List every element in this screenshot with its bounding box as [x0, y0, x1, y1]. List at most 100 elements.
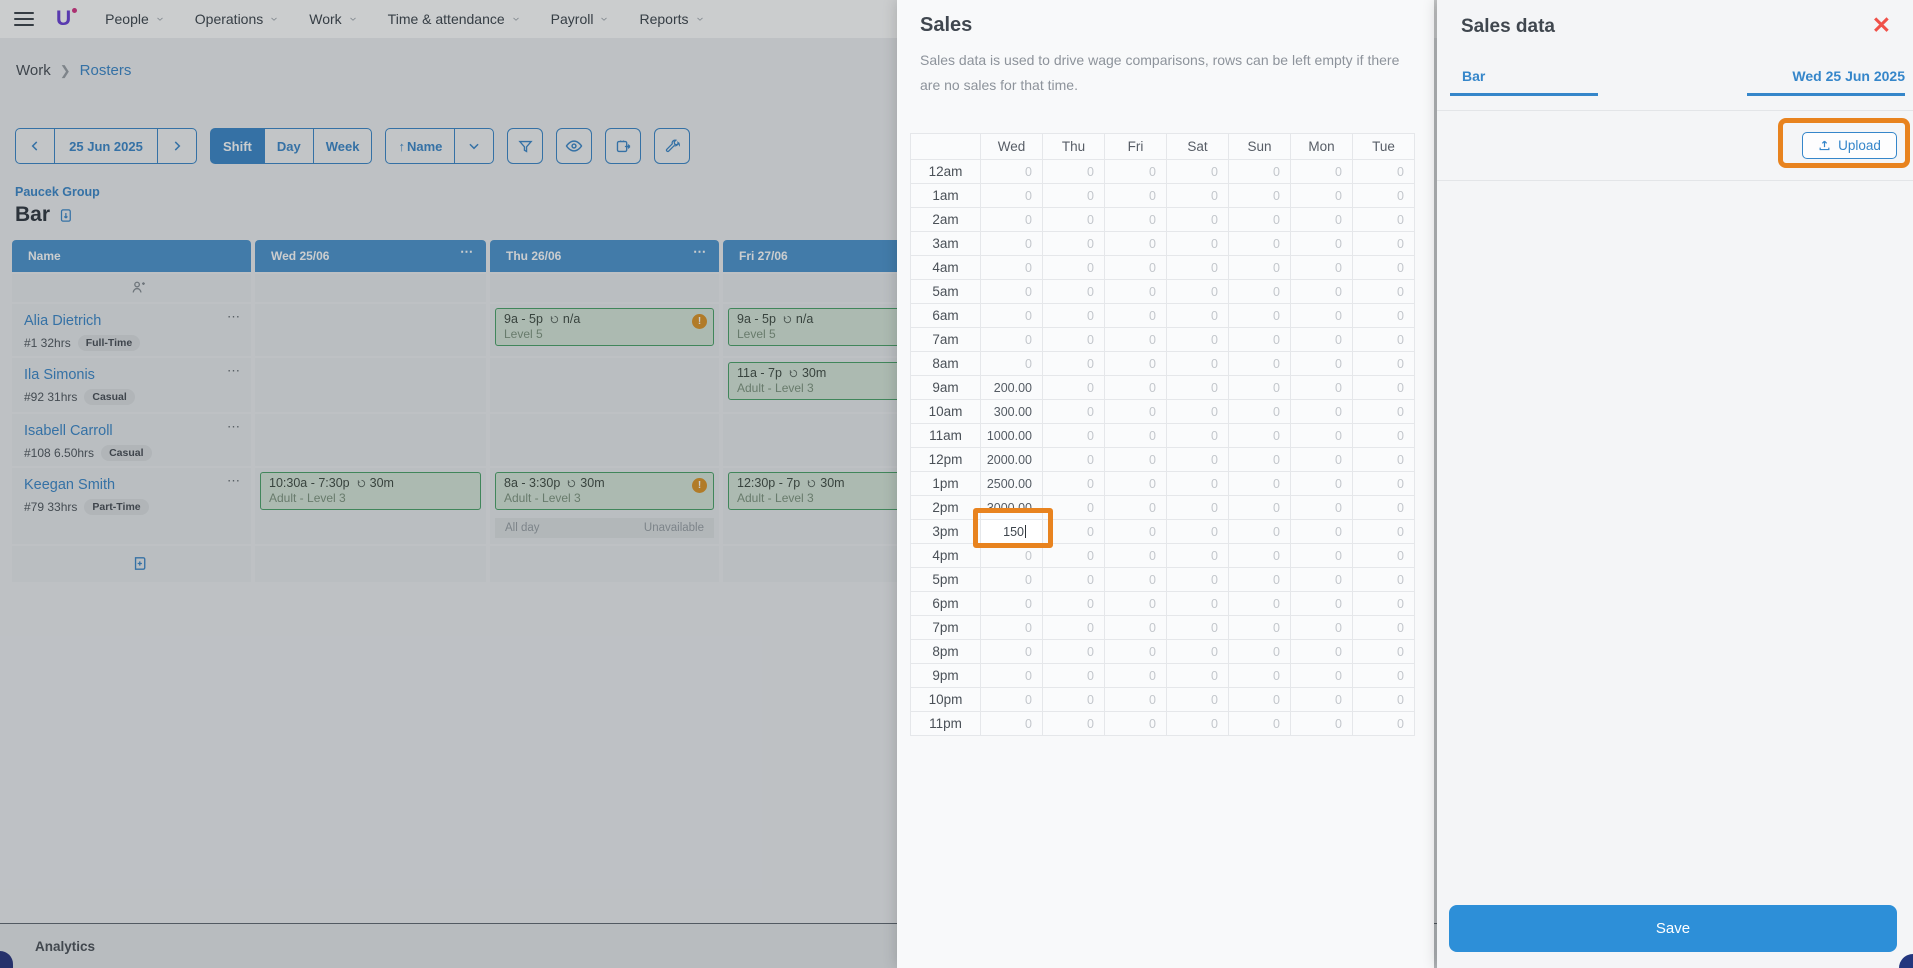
sales-cell-fri-7am[interactable]: 0 — [1105, 328, 1167, 352]
sales-cell-sun-2am[interactable]: 0 — [1229, 208, 1291, 232]
sales-cell-thu-5am[interactable]: 0 — [1043, 280, 1105, 304]
sales-cell-wed-2am[interactable]: 0 — [981, 208, 1043, 232]
sales-cell-sat-2am[interactable]: 0 — [1167, 208, 1229, 232]
sales-cell-thu-6am[interactable]: 0 — [1043, 304, 1105, 328]
sales-cell-fri-4am[interactable]: 0 — [1105, 256, 1167, 280]
sales-cell-mon-5am[interactable]: 0 — [1291, 280, 1353, 304]
sales-cell-wed-12am[interactable]: 0 — [981, 160, 1043, 184]
sales-cell-sun-5am[interactable]: 0 — [1229, 280, 1291, 304]
upload-button[interactable]: Upload — [1802, 132, 1897, 159]
sales-cell-fri-9am[interactable]: 0 — [1105, 376, 1167, 400]
sales-cell-mon-2pm[interactable]: 0 — [1291, 496, 1353, 520]
sales-cell-tue-5pm[interactable]: 0 — [1353, 568, 1415, 592]
sales-cell-sat-1pm[interactable]: 0 — [1167, 472, 1229, 496]
sales-cell-mon-4pm[interactable]: 0 — [1291, 544, 1353, 568]
sales-cell-fri-2pm[interactable]: 0 — [1105, 496, 1167, 520]
sales-cell-tue-11am[interactable]: 0 — [1353, 424, 1415, 448]
sales-cell-sun-8pm[interactable]: 0 — [1229, 640, 1291, 664]
sales-cell-mon-7am[interactable]: 0 — [1291, 328, 1353, 352]
sales-cell-thu-1pm[interactable]: 0 — [1043, 472, 1105, 496]
sales-cell-wed-9pm[interactable]: 0 — [981, 664, 1043, 688]
sales-cell-tue-10am[interactable]: 0 — [1353, 400, 1415, 424]
sales-cell-mon-1am[interactable]: 0 — [1291, 184, 1353, 208]
sales-cell-tue-10pm[interactable]: 0 — [1353, 688, 1415, 712]
sales-cell-wed-7am[interactable]: 0 — [981, 328, 1043, 352]
sales-cell-tue-7pm[interactable]: 0 — [1353, 616, 1415, 640]
sales-cell-sun-2pm[interactable]: 0 — [1229, 496, 1291, 520]
sales-cell-mon-6am[interactable]: 0 — [1291, 304, 1353, 328]
sales-cell-mon-11pm[interactable]: 0 — [1291, 712, 1353, 736]
sales-cell-sat-12pm[interactable]: 0 — [1167, 448, 1229, 472]
tab-bar[interactable]: Bar — [1450, 58, 1598, 96]
sales-cell-sun-4am[interactable]: 0 — [1229, 256, 1291, 280]
sales-cell-fri-10am[interactable]: 0 — [1105, 400, 1167, 424]
sales-cell-mon-4am[interactable]: 0 — [1291, 256, 1353, 280]
sales-cell-sat-5am[interactable]: 0 — [1167, 280, 1229, 304]
sales-cell-sun-10pm[interactable]: 0 — [1229, 688, 1291, 712]
sales-cell-fri-6am[interactable]: 0 — [1105, 304, 1167, 328]
sales-cell-thu-4pm[interactable]: 0 — [1043, 544, 1105, 568]
sales-cell-mon-10pm[interactable]: 0 — [1291, 688, 1353, 712]
sales-cell-sat-2pm[interactable]: 0 — [1167, 496, 1229, 520]
sales-cell-thu-7am[interactable]: 0 — [1043, 328, 1105, 352]
sales-cell-sun-11pm[interactable]: 0 — [1229, 712, 1291, 736]
sales-cell-fri-11pm[interactable]: 0 — [1105, 712, 1167, 736]
sales-cell-wed-3am[interactable]: 0 — [981, 232, 1043, 256]
sales-cell-fri-3pm[interactable]: 0 — [1105, 520, 1167, 544]
sales-cell-tue-3pm[interactable]: 0 — [1353, 520, 1415, 544]
sales-cell-wed-2pm[interactable]: 3000.00 — [981, 496, 1043, 520]
sales-cell-wed-10am[interactable]: 300.00 — [981, 400, 1043, 424]
sales-cell-sat-3pm[interactable]: 0 — [1167, 520, 1229, 544]
sales-cell-sat-11am[interactable]: 0 — [1167, 424, 1229, 448]
sales-cell-tue-4am[interactable]: 0 — [1353, 256, 1415, 280]
sales-cell-mon-8pm[interactable]: 0 — [1291, 640, 1353, 664]
sales-cell-thu-4am[interactable]: 0 — [1043, 256, 1105, 280]
sales-cell-mon-9pm[interactable]: 0 — [1291, 664, 1353, 688]
sales-cell-sun-4pm[interactable]: 0 — [1229, 544, 1291, 568]
sales-cell-wed-3pm[interactable]: 150 — [981, 520, 1043, 544]
sales-cell-sat-8pm[interactable]: 0 — [1167, 640, 1229, 664]
sales-cell-mon-12pm[interactable]: 0 — [1291, 448, 1353, 472]
sales-cell-fri-8pm[interactable]: 0 — [1105, 640, 1167, 664]
sales-cell-sat-10am[interactable]: 0 — [1167, 400, 1229, 424]
sales-cell-sat-4pm[interactable]: 0 — [1167, 544, 1229, 568]
sales-cell-wed-8am[interactable]: 0 — [981, 352, 1043, 376]
sales-cell-mon-10am[interactable]: 0 — [1291, 400, 1353, 424]
sales-cell-sun-10am[interactable]: 0 — [1229, 400, 1291, 424]
sales-cell-sun-7pm[interactable]: 0 — [1229, 616, 1291, 640]
sales-cell-mon-12am[interactable]: 0 — [1291, 160, 1353, 184]
sales-cell-thu-9pm[interactable]: 0 — [1043, 664, 1105, 688]
sales-cell-thu-7pm[interactable]: 0 — [1043, 616, 1105, 640]
sales-cell-fri-11am[interactable]: 0 — [1105, 424, 1167, 448]
sales-cell-sat-6am[interactable]: 0 — [1167, 304, 1229, 328]
sales-cell-tue-1am[interactable]: 0 — [1353, 184, 1415, 208]
sales-cell-thu-3am[interactable]: 0 — [1043, 232, 1105, 256]
sales-cell-tue-3am[interactable]: 0 — [1353, 232, 1415, 256]
sales-cell-tue-6pm[interactable]: 0 — [1353, 592, 1415, 616]
sales-cell-sat-7pm[interactable]: 0 — [1167, 616, 1229, 640]
sales-cell-mon-7pm[interactable]: 0 — [1291, 616, 1353, 640]
sales-cell-sat-9am[interactable]: 0 — [1167, 376, 1229, 400]
sales-cell-mon-11am[interactable]: 0 — [1291, 424, 1353, 448]
sales-cell-thu-11am[interactable]: 0 — [1043, 424, 1105, 448]
sales-cell-wed-4pm[interactable]: 0 — [981, 544, 1043, 568]
sales-cell-mon-2am[interactable]: 0 — [1291, 208, 1353, 232]
sales-cell-sat-7am[interactable]: 0 — [1167, 328, 1229, 352]
sales-cell-thu-11pm[interactable]: 0 — [1043, 712, 1105, 736]
sales-cell-fri-4pm[interactable]: 0 — [1105, 544, 1167, 568]
sales-cell-thu-8pm[interactable]: 0 — [1043, 640, 1105, 664]
sales-cell-mon-3am[interactable]: 0 — [1291, 232, 1353, 256]
save-button[interactable]: Save — [1449, 905, 1897, 952]
sales-cell-thu-10am[interactable]: 0 — [1043, 400, 1105, 424]
sales-cell-sat-1am[interactable]: 0 — [1167, 184, 1229, 208]
sales-cell-sat-8am[interactable]: 0 — [1167, 352, 1229, 376]
sales-cell-fri-8am[interactable]: 0 — [1105, 352, 1167, 376]
sales-cell-sat-11pm[interactable]: 0 — [1167, 712, 1229, 736]
sales-cell-tue-12pm[interactable]: 0 — [1353, 448, 1415, 472]
sales-cell-mon-5pm[interactable]: 0 — [1291, 568, 1353, 592]
sales-cell-wed-1am[interactable]: 0 — [981, 184, 1043, 208]
sales-cell-tue-7am[interactable]: 0 — [1353, 328, 1415, 352]
sales-cell-wed-6pm[interactable]: 0 — [981, 592, 1043, 616]
sales-cell-mon-3pm[interactable]: 0 — [1291, 520, 1353, 544]
sales-cell-wed-11am[interactable]: 1000.00 — [981, 424, 1043, 448]
